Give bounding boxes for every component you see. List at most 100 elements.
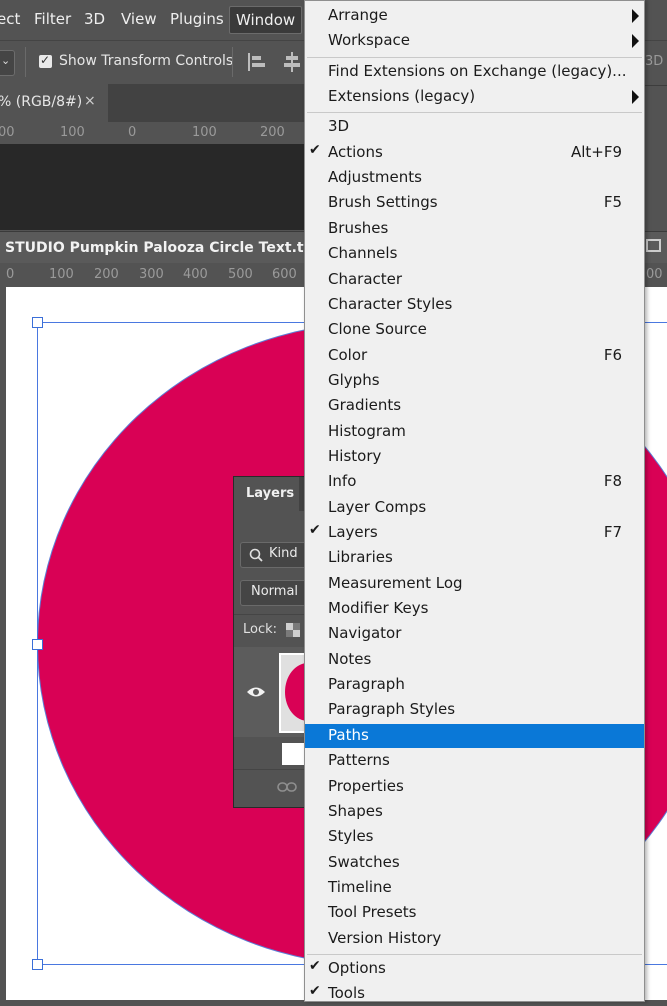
ruler-label: 500 <box>228 267 253 282</box>
menu-item-character-styles[interactable]: Character Styles <box>305 293 644 317</box>
submenu-arrow-icon <box>632 34 639 49</box>
menu-item-brushes[interactable]: Brushes <box>305 217 644 241</box>
menu-item-workspace[interactable]: Workspace <box>305 29 644 53</box>
menu-item-adjustments[interactable]: Adjustments <box>305 166 644 190</box>
menu-item-layer-comps[interactable]: Layer Comps <box>305 496 644 520</box>
menu-item-swatches[interactable]: Swatches <box>305 851 644 875</box>
blend-mode-dropdown[interactable]: Normal <box>240 580 307 606</box>
menu-item-label: Adjustments <box>328 168 422 187</box>
menu-item-find-extensions-on-exchange-legacy[interactable]: Find Extensions on Exchange (legacy)... <box>305 60 644 84</box>
menu-item-label: Tool Presets <box>328 903 417 922</box>
menu-item-styles[interactable]: Styles <box>305 825 644 849</box>
layer-row[interactable] <box>234 739 306 767</box>
layer-row[interactable] <box>234 647 308 737</box>
maximize-icon[interactable] <box>646 239 661 252</box>
close-icon[interactable]: × <box>84 93 96 109</box>
menu-item-label: Histogram <box>328 421 406 440</box>
document-title: STUDIO Pumpkin Palooza Circle Text.tif @… <box>5 240 348 256</box>
menu-item-histogram[interactable]: Histogram <box>305 420 644 444</box>
document-title-bar[interactable]: STUDIO Pumpkin Palooza Circle Text.tif @… <box>0 231 348 264</box>
menu-item-extensions-legacy[interactable]: Extensions (legacy) <box>305 85 644 109</box>
menu-separator <box>307 953 642 955</box>
menu-item-layers[interactable]: ✔ Layers F7 <box>305 521 644 545</box>
search-icon <box>249 548 263 562</box>
menu-item-label: Swatches <box>328 852 400 871</box>
tool-preset-picker[interactable]: ⌄ <box>0 50 15 76</box>
menu-edit[interactable]: ect <box>0 10 20 28</box>
menu-item-modifier-keys[interactable]: Modifier Keys <box>305 597 644 621</box>
menu-plugins[interactable]: Plugins <box>170 10 224 28</box>
menu-item-paragraph-styles[interactable]: Paragraph Styles <box>305 698 644 722</box>
menu-item-glyphs[interactable]: Glyphs <box>305 369 644 393</box>
layer-filter-dropdown[interactable]: Kind <box>240 542 307 568</box>
menu-item-paths[interactable]: Paths <box>305 723 644 748</box>
blend-mode-value: Normal <box>251 584 299 599</box>
ruler-label: 200 <box>260 125 285 140</box>
menu-item-label: Arrange <box>328 6 388 24</box>
divider <box>25 47 26 77</box>
checkmark-icon: ✔ <box>309 957 321 974</box>
menu-item-label: Navigator <box>328 624 402 643</box>
ruler-label: 0 <box>128 125 137 140</box>
transform-handle[interactable] <box>32 959 43 970</box>
menu-view[interactable]: View <box>121 10 157 28</box>
menu-item-patterns[interactable]: Patterns <box>305 749 644 773</box>
menu-item-shortcut: F5 <box>603 193 622 212</box>
menu-item-libraries[interactable]: Libraries <box>305 546 644 570</box>
menu-item-3d[interactable]: 3D <box>305 115 644 139</box>
lock-transparent-pixels-icon[interactable] <box>286 623 300 637</box>
show-transform-controls-checkbox[interactable]: ✓ <box>39 53 52 68</box>
tab-layers[interactable]: Layers <box>234 477 299 511</box>
window-menu-dropdown: Arrange Workspace Find Extensions on Excha… <box>304 0 645 1002</box>
checkmark-icon: ✔ <box>309 983 321 1000</box>
menu-item-navigator[interactable]: Navigator <box>305 622 644 646</box>
align-horizontal-centers-icon[interactable] <box>282 52 302 72</box>
menu-window[interactable]: Window <box>229 6 303 34</box>
menu-item-label: Patterns <box>328 751 390 770</box>
layers-panel-footer <box>234 769 306 807</box>
document-tab[interactable]: % (RGB/8#) × <box>0 84 108 122</box>
layers-tab-label: Layers <box>246 486 295 501</box>
menu-item-shapes[interactable]: Shapes <box>305 800 644 824</box>
menu-item-arrange[interactable]: Arrange <box>305 4 644 28</box>
menu-filter[interactable]: Filter <box>34 10 71 28</box>
ruler-label: 100 <box>60 125 85 140</box>
link-layers-icon[interactable] <box>277 781 297 793</box>
menu-item-properties[interactable]: Properties <box>305 775 644 799</box>
menu-item-tool-presets[interactable]: Tool Presets <box>305 901 644 925</box>
transform-handle[interactable] <box>32 317 43 328</box>
menu-item-gradients[interactable]: Gradients <box>305 394 644 418</box>
check-icon: ✓ <box>40 53 51 67</box>
menu-item-color[interactable]: Color F6 <box>305 344 644 368</box>
menu-item-options[interactable]: ✔ Options <box>305 957 644 981</box>
menu-item-history[interactable]: History <box>305 445 644 469</box>
menu-item-brush-settings[interactable]: Brush Settings F5 <box>305 191 644 215</box>
menu-item-label: Shapes <box>328 801 383 820</box>
show-transform-controls-label[interactable]: Show Transform Controls <box>59 53 233 69</box>
submenu-arrow-icon <box>632 9 639 23</box>
menu-item-channels[interactable]: Channels <box>305 242 644 266</box>
menu-item-label: Version History <box>328 928 442 947</box>
menu-item-label: Glyphs <box>328 370 380 389</box>
menu-item-paragraph[interactable]: Paragraph <box>305 673 644 697</box>
menu-item-timeline[interactable]: Timeline <box>305 876 644 900</box>
menu-3d[interactable]: 3D <box>84 10 105 28</box>
eye-icon[interactable] <box>246 686 266 698</box>
menu-item-label: Channels <box>328 244 398 263</box>
transform-handle[interactable] <box>32 639 43 650</box>
align-left-edges-icon[interactable] <box>247 52 269 72</box>
menu-item-actions[interactable]: ✔ Actions Alt+F9 <box>305 141 644 165</box>
menu-separator <box>307 112 642 114</box>
menu-item-tools[interactable]: ✔ Tools <box>305 982 644 1006</box>
menu-item-info[interactable]: Info F8 <box>305 470 644 494</box>
menu-item-clone-source[interactable]: Clone Source <box>305 318 644 342</box>
menu-item-notes[interactable]: Notes <box>305 648 644 672</box>
menu-item-version-history[interactable]: Version History <box>305 927 644 951</box>
3d-mode-label[interactable]: 3D <box>645 54 663 69</box>
menu-item-measurement-log[interactable]: Measurement Log <box>305 572 644 596</box>
submenu-arrow-icon <box>632 90 639 105</box>
menu-item-label: Layers <box>328 523 378 541</box>
menu-item-label: Workspace <box>328 31 410 50</box>
menu-item-character[interactable]: Character <box>305 268 644 292</box>
menu-item-label: Color <box>328 345 368 364</box>
